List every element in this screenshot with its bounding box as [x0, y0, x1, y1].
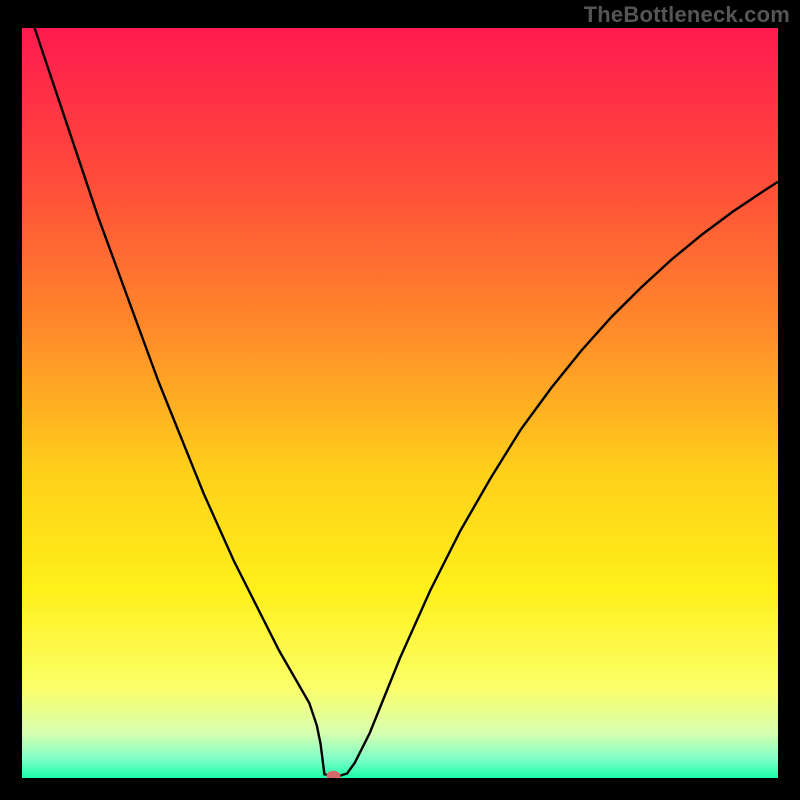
plot-svg [22, 28, 778, 778]
chart-container: TheBottleneck.com [0, 0, 800, 800]
watermark-text: TheBottleneck.com [584, 2, 790, 28]
plot-background [22, 28, 778, 778]
plot-frame [22, 28, 778, 778]
